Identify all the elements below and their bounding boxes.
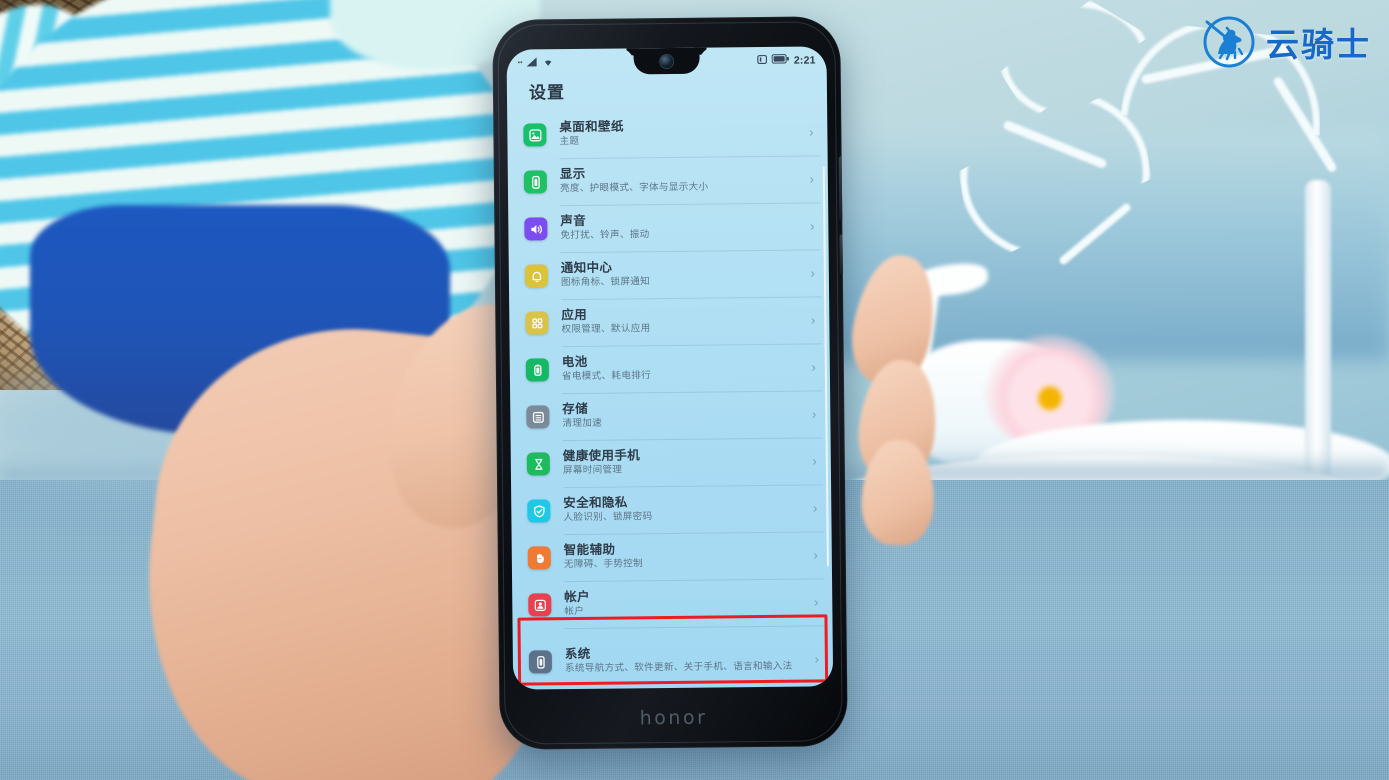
settings-row-display[interactable]: 显示 亮度、护眼模式、字体与显示大小 ›: [508, 155, 828, 205]
settings-row-text: 系统 系统导航方式、软件更新、关于手机、语言和输入法: [565, 644, 809, 676]
settings-row-digital-balance[interactable]: 健康使用手机 屏幕时间管理 ›: [511, 437, 831, 487]
settings-row-accounts[interactable]: 帐户 帐户 ›: [512, 578, 832, 628]
phone-device: •• 2:21 设置 桌面和壁纸 主题 › 显示 亮度、护眼模式、字体与显示大小…: [492, 16, 848, 750]
chevron-right-icon: ›: [814, 651, 819, 667]
chevron-right-icon: ›: [813, 547, 818, 563]
front-camera-icon: [660, 54, 674, 69]
settings-row-title: 帐户: [564, 589, 591, 604]
settings-row-title: 通知中心: [560, 260, 613, 275]
display-icon: [523, 170, 548, 194]
chevron-right-icon: ›: [810, 265, 815, 281]
chevron-right-icon: ›: [812, 453, 817, 469]
settings-row-text: 应用 权限管理、默认应用: [561, 305, 805, 337]
settings-row-title: 桌面和壁纸: [559, 119, 624, 134]
honor-brand-label: honor: [639, 706, 708, 730]
knight-on-horse-badge-icon: [1201, 14, 1257, 70]
shield-check-icon: [527, 499, 551, 523]
settings-row-smart-assistance[interactable]: 智能辅助 无障碍、手势控制 ›: [512, 531, 832, 581]
chevron-right-icon: ›: [808, 124, 814, 140]
settings-row-text: 通知中心 图标角标、锁屏通知: [561, 258, 805, 290]
settings-row-subtitle: 清理加速: [562, 418, 603, 430]
phone-screen[interactable]: •• 2:21 设置 桌面和壁纸 主题 › 显示 亮度、护眼模式、字体与显示大小…: [506, 46, 834, 690]
status-time: 2:21: [793, 53, 816, 67]
watermark-brand-text: 云骑士: [1266, 25, 1371, 64]
battery-icon: [525, 358, 549, 382]
settings-row-title: 声音: [560, 213, 587, 228]
settings-row-title: 系统: [564, 646, 591, 661]
settings-row-subtitle: 图标角标、锁屏通知: [560, 276, 651, 289]
settings-list[interactable]: 桌面和壁纸 主题 › 显示 亮度、护眼模式、字体与显示大小 › 声音 免打扰、铃…: [507, 108, 833, 689]
settings-row-security-privacy[interactable]: 安全和隐私 人脸识别、锁屏密码 ›: [511, 484, 831, 534]
settings-row-title: 安全和隐私: [563, 495, 628, 510]
storage-icon: [526, 405, 550, 429]
settings-row-title: 电池: [561, 354, 588, 369]
settings-row-text: 电池 省电模式、耗电排行: [562, 352, 806, 384]
settings-row-text: 智能辅助 无障碍、手势控制: [564, 540, 808, 572]
settings-row-title: 存储: [562, 401, 589, 416]
chevron-right-icon: ›: [813, 594, 819, 610]
page-title: 设置: [528, 83, 566, 103]
wallpaper-icon: [523, 123, 547, 147]
chevron-right-icon: ›: [809, 218, 815, 234]
settings-row-storage[interactable]: 存储 清理加速 ›: [510, 390, 830, 440]
settings-row-text: 存储 清理加速: [562, 399, 806, 431]
apps-grid-icon: [525, 311, 549, 335]
settings-row-notification-center[interactable]: 通知中心 图标角标、锁屏通知 ›: [509, 249, 829, 299]
wifi-icon: [541, 54, 554, 72]
chevron-right-icon: ›: [811, 359, 816, 375]
settings-row-text: 显示 亮度、护眼模式、字体与显示大小: [560, 164, 804, 196]
settings-row-text: 安全和隐私 人脸识别、锁屏密码: [563, 493, 807, 525]
settings-row-subtitle: 系统导航方式、软件更新、关于手机、语言和输入法: [564, 661, 793, 675]
chevron-right-icon: ›: [809, 171, 814, 187]
signal-bars-icon: [525, 54, 538, 72]
settings-row-text: 声音 免打扰、铃声、振动: [560, 211, 804, 243]
settings-row-subtitle: 帐户: [564, 606, 585, 618]
settings-row-subtitle: 屏幕时间管理: [562, 464, 623, 477]
settings-row-apps[interactable]: 应用 权限管理、默认应用 ›: [509, 296, 829, 346]
settings-row-system[interactable]: 系统 系统导航方式、软件更新、关于手机、语言和输入法 ›: [513, 625, 834, 689]
chevron-right-icon: ›: [812, 500, 818, 516]
hand-gesture-icon: [527, 546, 551, 570]
settings-row-home-wallpaper[interactable]: 桌面和壁纸 主题 ›: [507, 108, 827, 158]
system-phone-icon: [528, 650, 553, 674]
alarm-icon: [757, 53, 768, 67]
background-scene: •• 2:21 设置 桌面和壁纸 主题 › 显示 亮度、护眼模式、字体与显示大小…: [0, 0, 1389, 780]
settings-row-subtitle: 权限管理、默认应用: [561, 323, 651, 336]
user-account-icon: [528, 593, 552, 617]
phone-chin: honor: [499, 686, 848, 750]
watermark-logo: 云骑士: [1201, 14, 1371, 70]
settings-row-title: 健康使用手机: [562, 448, 641, 463]
settings-row-subtitle: 无障碍、手势控制: [563, 558, 644, 571]
signal-dots-icon: ••: [517, 59, 523, 67]
settings-row-subtitle: 省电模式、耗电排行: [561, 370, 652, 383]
settings-row-text: 健康使用手机 屏幕时间管理: [563, 446, 807, 478]
chevron-right-icon: ›: [810, 312, 816, 328]
chevron-right-icon: ›: [811, 406, 817, 422]
settings-row-title: 应用: [561, 307, 588, 322]
settings-row-subtitle: 主题: [559, 136, 580, 148]
settings-row-text: 桌面和壁纸 主题: [559, 117, 803, 149]
sound-icon: [524, 217, 548, 241]
settings-row-title: 显示: [559, 166, 586, 181]
tray-stem: [1305, 180, 1331, 480]
settings-row-title: 智能辅助: [563, 542, 616, 557]
battery-icon: [771, 54, 790, 67]
bell-icon: [524, 264, 548, 288]
settings-row-text: 帐户 帐户: [564, 587, 808, 619]
settings-row-sound[interactable]: 声音 免打扰、铃声、振动 ›: [508, 202, 828, 252]
settings-row-subtitle: 人脸识别、锁屏密码: [563, 511, 653, 524]
settings-row-subtitle: 亮度、护眼模式、字体与显示大小: [559, 181, 709, 195]
settings-row-battery[interactable]: 电池 省电模式、耗电排行 ›: [510, 343, 830, 393]
hourglass-icon: [526, 452, 550, 476]
settings-row-subtitle: 免打扰、铃声、振动: [560, 229, 650, 242]
